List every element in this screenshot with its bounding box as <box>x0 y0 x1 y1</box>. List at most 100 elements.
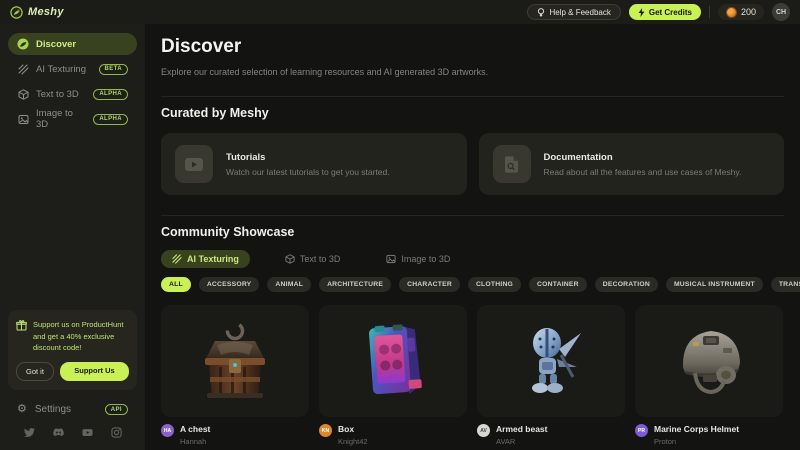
promo-text: Support us on ProductHunt and get a 40% … <box>33 319 129 353</box>
category-filters: ALL ACCESSORY ANIMAL ARCHITECTURE CHARAC… <box>161 277 784 292</box>
got-it-button[interactable]: Got it <box>16 362 54 381</box>
tab-ai-texturing[interactable]: AI Texturing <box>161 250 250 268</box>
documentation-title: Documentation <box>544 152 742 163</box>
alpha-badge: ALPHA <box>93 114 128 125</box>
youtube-icon[interactable] <box>82 427 93 438</box>
filter-accessory[interactable]: ACCESSORY <box>199 277 260 292</box>
topbar-divider <box>709 6 710 18</box>
author-avatar[interactable]: AV <box>477 424 490 437</box>
item-title: Box <box>338 424 368 434</box>
author-avatar[interactable]: PR <box>635 424 648 437</box>
item-author: Knight42 <box>338 437 368 446</box>
filter-all[interactable]: ALL <box>161 277 191 292</box>
help-feedback-button[interactable]: Help & Feedback <box>527 4 620 20</box>
showcase-item-armed-beast[interactable]: AV Armed beast AVAR <box>477 305 625 446</box>
sidebar-item-label: Text to 3D <box>36 89 79 100</box>
tab-label: Text to 3D <box>300 254 341 264</box>
credits-balance[interactable]: 200 <box>718 4 764 20</box>
gear-icon: ⚙ <box>17 404 27 415</box>
tutorials-card[interactable]: Tutorials Watch our latest tutorials to … <box>161 133 467 195</box>
sidebar-item-ai-texturing[interactable]: AI Texturing BETA <box>8 58 137 80</box>
showcase-item-helmet[interactable]: PR Marine Corps Helmet Proton <box>635 305 783 446</box>
social-links <box>8 427 137 438</box>
main-content: Discover Explore our curated selection o… <box>145 24 800 450</box>
tutorials-title: Tutorials <box>226 152 390 163</box>
sidebar-item-discover[interactable]: Discover <box>8 33 137 55</box>
image-icon <box>17 113 29 125</box>
help-feedback-label: Help & Feedback <box>549 8 610 17</box>
filter-musical-instrument[interactable]: MUSICAL INSTRUMENT <box>666 277 763 292</box>
lightning-icon <box>638 8 645 17</box>
showcase-item-box[interactable]: KN Box Knight42 <box>319 305 467 446</box>
tab-image-to-3d[interactable]: Image to 3D <box>375 250 461 268</box>
showcase-gallery: HA A chest Hannah <box>161 305 784 446</box>
section-divider <box>161 215 784 216</box>
item-title: Armed beast <box>496 424 548 434</box>
sidebar-item-image-to-3d[interactable]: Image to 3D ALPHA <box>8 108 137 130</box>
logo-text: Meshy <box>28 6 64 18</box>
topbar: Meshy Help & Feedback Get Credits 200 <box>0 0 800 24</box>
sidebar-item-text-to-3d[interactable]: Text to 3D ALPHA <box>8 83 137 105</box>
cube-icon <box>17 88 29 100</box>
item-title: Marine Corps Helmet <box>654 424 739 434</box>
settings-label: Settings <box>35 404 71 415</box>
sidebar-item-label: Discover <box>36 39 76 50</box>
tutorials-description: Watch our latest tutorials to get you st… <box>226 167 390 177</box>
tutorials-play-icon <box>175 145 213 183</box>
get-credits-button[interactable]: Get Credits <box>629 4 701 20</box>
item-author: AVAR <box>496 437 548 446</box>
cube-icon <box>285 254 295 264</box>
coin-icon <box>726 7 737 18</box>
sidebar-item-label: Image to 3D <box>36 108 86 130</box>
user-avatar[interactable]: CH <box>772 3 790 21</box>
curated-heading: Curated by Meshy <box>161 106 784 120</box>
armed-beast-graphic <box>501 315 601 407</box>
box-graphic <box>343 315 443 407</box>
tab-text-to-3d[interactable]: Text to 3D <box>274 250 352 268</box>
filter-character[interactable]: CHARACTER <box>399 277 460 292</box>
showcase-tabs: AI Texturing Text to 3D Image to 3D <box>161 250 784 268</box>
filter-decoration[interactable]: DECORATION <box>595 277 658 292</box>
helmet-graphic <box>659 315 759 407</box>
showcase-heading: Community Showcase <box>161 225 784 239</box>
box-thumbnail[interactable] <box>319 305 467 417</box>
page-subtitle: Explore our curated selection of learnin… <box>161 67 784 77</box>
chest-thumbnail[interactable] <box>161 305 309 417</box>
get-credits-label: Get Credits <box>649 8 692 17</box>
filter-container[interactable]: CONTAINER <box>529 277 587 292</box>
page-title: Discover <box>161 36 784 58</box>
texture-hatch-icon <box>172 254 182 264</box>
filter-transportation[interactable]: TRANSPORTATION <box>771 277 800 292</box>
alpha-badge: ALPHA <box>93 89 128 100</box>
documentation-card[interactable]: Documentation Read about all the feature… <box>479 133 785 195</box>
texture-hatch-icon <box>17 63 29 75</box>
author-avatar[interactable]: HA <box>161 424 174 437</box>
producthunt-promo-card: Support us on ProductHunt and get a 40% … <box>8 310 137 390</box>
image-icon <box>386 254 396 264</box>
sidebar-nav: Discover AI Texturing BETA <box>0 24 145 142</box>
meshy-app: Meshy Help & Feedback Get Credits 200 <box>0 0 800 450</box>
twitter-icon[interactable] <box>24 427 35 438</box>
helmet-thumbnail[interactable] <box>635 305 783 417</box>
section-divider <box>161 96 784 97</box>
filter-animal[interactable]: ANIMAL <box>267 277 311 292</box>
sidebar: Discover AI Texturing BETA <box>0 24 145 450</box>
discover-icon <box>17 38 29 50</box>
armed-beast-thumbnail[interactable] <box>477 305 625 417</box>
showcase-item-chest[interactable]: HA A chest Hannah <box>161 305 309 446</box>
filter-clothing[interactable]: CLOTHING <box>468 277 521 292</box>
sidebar-item-settings[interactable]: ⚙ Settings API <box>8 404 137 415</box>
sidebar-item-label: AI Texturing <box>36 64 86 75</box>
gift-icon <box>16 320 27 331</box>
chest-graphic <box>185 315 285 407</box>
filter-architecture[interactable]: ARCHITECTURE <box>319 277 391 292</box>
meshy-logo[interactable]: Meshy <box>10 6 64 19</box>
documentation-description: Read about all the features and use case… <box>544 167 742 177</box>
item-title: A chest <box>180 424 210 434</box>
tab-label: AI Texturing <box>187 254 239 264</box>
instagram-icon[interactable] <box>111 427 122 438</box>
support-us-button[interactable]: Support Us <box>60 362 129 381</box>
discord-icon[interactable] <box>53 427 64 438</box>
documentation-icon <box>493 145 531 183</box>
author-avatar[interactable]: KN <box>319 424 332 437</box>
